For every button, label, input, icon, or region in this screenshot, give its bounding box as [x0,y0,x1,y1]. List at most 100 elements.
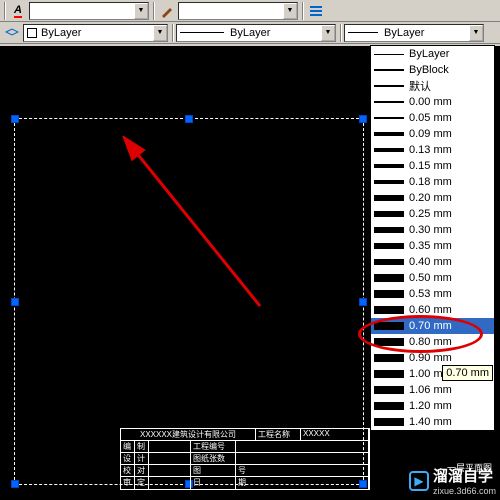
project-value-cell: XXXXX [301,429,369,440]
option-label: 1.20 mm [409,400,452,412]
option-label: 0.70 mm [409,320,452,332]
option-label: 0.20 mm [409,192,452,204]
table-row: 审定日期 [121,477,369,489]
line-sample [374,211,404,217]
option-label: 0.05 mm [409,112,452,124]
watermark-text: 溜溜自学 [433,465,496,486]
lineweight-option[interactable]: 默认 [371,78,494,94]
toolbar-row-1: A ▼ ▼ [0,0,500,22]
option-label: 0.13 mm [409,144,452,156]
line-sample [374,180,404,185]
lineweight-option[interactable]: ByLayer [371,46,494,62]
lineweight-option[interactable]: 0.70 mm [371,318,494,334]
lineweight-option[interactable]: 0.15 mm [371,158,494,174]
linetype-combo[interactable]: ByLayer ▼ [176,24,336,42]
line-sample [374,306,404,314]
table-row: 编制工程编号 [121,441,369,453]
option-label: 1.40 mm [409,416,452,428]
option-label: 1.06 mm [409,384,452,396]
line-sample [374,370,404,378]
font-tool-button[interactable]: A [8,2,28,20]
line-sample [374,290,404,298]
color-swatch [27,28,37,38]
line-sample [374,54,404,55]
lineweight-option[interactable]: 1.06 mm [371,382,494,398]
grip-handle[interactable] [359,115,367,123]
line-sample [374,117,404,120]
line-sample [374,402,404,410]
line-sample [374,322,404,330]
lineweight-option[interactable]: 1.20 mm [371,398,494,414]
grip-handle[interactable] [11,298,19,306]
line-sample [374,132,404,135]
lineweight-option[interactable]: 0.53 mm [371,286,494,302]
line-sample [374,274,404,281]
lineweight-option[interactable]: 1.40 mm [371,414,494,430]
company-cell: XXXXXX建筑设计有限公司 [121,429,256,440]
lineweight-tooltip: 0.70 mm [442,365,493,381]
divider [172,24,174,42]
grip-handle[interactable] [359,298,367,306]
line-sample [374,243,404,249]
chevron-down-icon[interactable]: ▼ [134,3,148,19]
divider [4,2,6,20]
line-sample [348,32,378,33]
table-row: 校对图号 [121,465,369,477]
grip-handle[interactable] [11,480,19,488]
layer-icon-button[interactable] [2,24,22,42]
line-sample [374,259,404,266]
style-combo-1[interactable]: ▼ [29,2,149,20]
lineweight-option[interactable]: 0.80 mm [371,334,494,350]
lineweight-option[interactable]: 0.30 mm [371,222,494,238]
line-sample [374,386,404,394]
lineweight-combo[interactable]: ByLayer ▼ [344,24,484,42]
play-icon: ▶ [409,471,429,491]
lineweight-option[interactable]: 0.09 mm [371,126,494,142]
line-sample [374,148,404,152]
line-sample [374,354,404,362]
lineweight-option[interactable]: 0.60 mm [371,302,494,318]
option-label: 0.15 mm [409,160,452,172]
title-block: XXXXXX建筑设计有限公司 工程名称 XXXXX 编制工程编号设计图纸张数校对… [120,428,370,490]
chevron-down-icon[interactable]: ▼ [283,3,297,19]
list-tool-button[interactable] [306,2,326,20]
chevron-down-icon[interactable]: ▼ [153,25,167,41]
toolbar-row-2: ByLayer ▼ ByLayer ▼ ByLayer ▼ [0,22,500,44]
option-label: ByLayer [409,48,449,60]
lineweight-option[interactable]: 0.20 mm [371,190,494,206]
lineweight-option[interactable]: ByBlock [371,62,494,78]
linetype-combo-label: ByLayer [230,27,270,39]
line-sample [374,338,404,346]
lineweight-option[interactable]: 0.50 mm [371,270,494,286]
brush-icon [160,4,174,18]
line-sample [374,101,404,103]
option-label: 默认 [409,78,431,94]
lineweight-option[interactable]: 0.05 mm [371,110,494,126]
table-row: 设计图纸张数 [121,453,369,465]
lineweight-option[interactable]: 0.00 mm [371,94,494,110]
option-label: 0.40 mm [409,256,452,268]
lineweight-option[interactable]: 0.40 mm [371,254,494,270]
line-sample [374,69,404,70]
hatch-tool-button[interactable] [157,2,177,20]
option-label: 0.35 mm [409,240,452,252]
grip-handle[interactable] [185,115,193,123]
lineweight-option[interactable]: 0.90 mm [371,350,494,366]
lineweight-option[interactable]: 0.18 mm [371,174,494,190]
table-icon [309,4,323,18]
watermark: ▶ 溜溜自学 zixue.3d66.com [409,465,496,496]
lineweight-option[interactable]: 0.13 mm [371,142,494,158]
lineweight-option[interactable]: 0.25 mm [371,206,494,222]
color-combo[interactable]: ByLayer ▼ [23,24,168,42]
line-sample [374,85,404,87]
style-combo-2[interactable]: ▼ [178,2,298,20]
chevron-down-icon[interactable]: ▼ [321,25,335,41]
option-label: 0.25 mm [409,208,452,220]
grip-handle[interactable] [11,115,19,123]
chevron-down-icon[interactable]: ▼ [469,25,483,41]
lineweight-option[interactable]: 0.35 mm [371,238,494,254]
divider [340,24,342,42]
divider [302,2,304,20]
project-label-cell: 工程名称 [256,429,301,440]
option-label: 0.18 mm [409,176,452,188]
